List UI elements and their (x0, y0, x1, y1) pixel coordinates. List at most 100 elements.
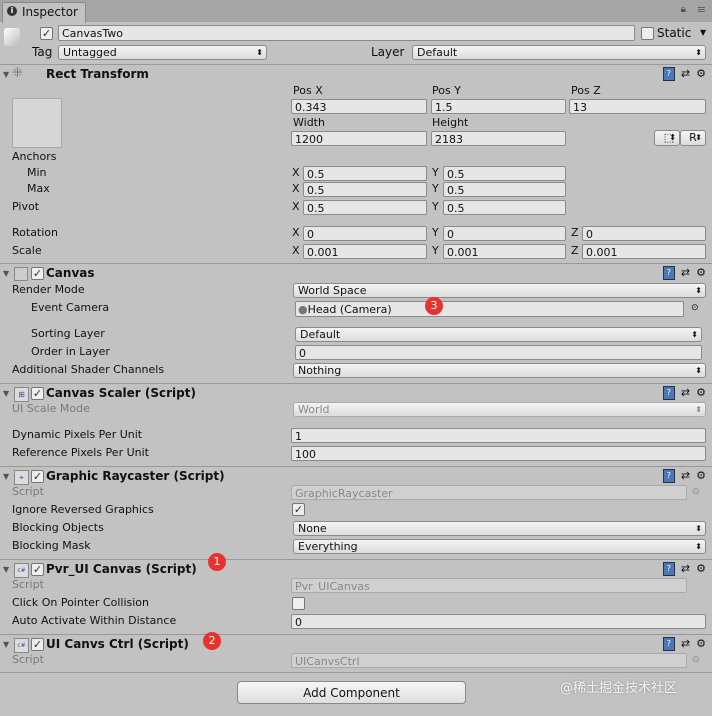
blocking-mask-dropdown[interactable]: Everything (293, 539, 706, 554)
height-field[interactable]: 2183 (431, 131, 566, 146)
pivot-x-field[interactable]: 0.5 (303, 200, 427, 215)
layer-dropdown[interactable]: Default (412, 45, 706, 60)
preset-icon[interactable]: ⇄ (681, 469, 690, 483)
rotation-z-field[interactable]: 0 (582, 226, 706, 241)
pos-x-field[interactable]: 0.343 (291, 99, 427, 114)
max-x-field[interactable]: 0.5 (303, 182, 427, 197)
z-label: Z (571, 226, 579, 239)
pivot-y-field[interactable]: 0.5 (443, 200, 566, 215)
reference-pixels-field[interactable]: 100 (291, 446, 706, 461)
tag-dropdown[interactable]: Untagged (58, 45, 267, 60)
tab-inspector[interactable]: i Inspector (2, 2, 86, 23)
gear-icon[interactable]: ⚙ (696, 562, 706, 576)
render-mode-dropdown[interactable]: World Space (293, 283, 706, 298)
ui-canvs-ctrl-header[interactable]: ▼ c# ✓ UI Canvs Ctrl (Script) ? ⇄ ⚙ (0, 634, 712, 654)
menu-icon[interactable]: ≡ (697, 3, 706, 16)
annotation-badge-1: 1 (208, 553, 226, 571)
component-title: Rect Transform (46, 67, 149, 81)
gear-icon[interactable]: ⚙ (696, 386, 706, 400)
enabled-checkbox[interactable]: ✓ (31, 563, 44, 576)
auto-activate-field[interactable]: 0 (291, 614, 706, 629)
rotation-label: Rotation (12, 226, 59, 239)
script-icon: c# (14, 638, 29, 653)
rotation-y-field[interactable]: 0 (443, 226, 566, 241)
collapse-icon[interactable]: ▼ (3, 389, 9, 398)
click-on-pointer-checkbox[interactable] (292, 597, 305, 610)
enabled-checkbox[interactable]: ✓ (31, 267, 44, 280)
script-field: GraphicRaycaster (291, 485, 687, 500)
pos-y-field[interactable]: 1.5 (431, 99, 566, 114)
blocking-objects-label: Blocking Objects (12, 521, 104, 534)
help-icon[interactable]: ? (662, 266, 675, 280)
preset-icon[interactable]: ⇄ (681, 637, 690, 651)
sorting-layer-dropdown[interactable]: Default (295, 327, 702, 342)
anchor-preset-button[interactable] (12, 98, 62, 148)
dynamic-pixels-field[interactable]: 1 (291, 428, 706, 443)
preset-icon[interactable]: ⇄ (681, 266, 690, 280)
preset-icon[interactable]: ⇄ (681, 386, 690, 400)
collapse-icon[interactable]: ▼ (3, 70, 9, 79)
enabled-checkbox[interactable]: ✓ (31, 387, 44, 400)
help-icon[interactable]: ? (662, 562, 675, 576)
preset-icon[interactable]: ⇄ (681, 67, 690, 81)
object-picker-icon[interactable]: ⊙ (692, 484, 700, 500)
script-field: Pvr_UICanvas (291, 578, 687, 593)
collapse-icon[interactable]: ▼ (3, 640, 9, 649)
camera-icon: ● (298, 303, 308, 316)
info-icon: i (7, 6, 17, 16)
collapse-icon[interactable]: ▼ (3, 269, 9, 278)
static-checkbox[interactable] (641, 27, 654, 40)
reference-pixels-label: Reference Pixels Per Unit (12, 446, 149, 459)
help-icon[interactable]: ? (662, 386, 675, 400)
preset-icon[interactable]: ⇄ (681, 562, 690, 576)
pvr-ui-canvas-header[interactable]: ▼ c# ✓ Pvr_UI Canvas (Script) ? ⇄ ⚙ (0, 559, 712, 579)
y-label: Y (432, 226, 439, 239)
blocking-mask-label: Blocking Mask (12, 539, 91, 552)
collapse-icon[interactable]: ▼ (3, 472, 9, 481)
min-x-field[interactable]: 0.5 (303, 166, 427, 181)
scale-y-field[interactable]: 0.001 (443, 244, 566, 259)
canvas-scaler-icon: ⊞ (14, 387, 29, 402)
scale-x-field[interactable]: 0.001 (303, 244, 427, 259)
gear-icon[interactable]: ⚙ (696, 469, 706, 483)
raycaster-icon: ⌖ (14, 470, 29, 485)
event-camera-field[interactable]: ●Head (Camera) (295, 301, 684, 317)
rotation-x-field[interactable]: 0 (303, 226, 427, 241)
width-field[interactable]: 1200 (291, 131, 427, 146)
component-title: Pvr_UI Canvas (Script) (46, 562, 197, 576)
graphic-raycaster-header[interactable]: ▼ ⌖ ✓ Graphic Raycaster (Script) ? ⇄ ⚙ (0, 466, 712, 486)
raw-edit-button[interactable]: R (680, 130, 706, 146)
static-dropdown-icon[interactable]: ▼ (700, 25, 706, 41)
active-checkbox[interactable]: ✓ (40, 27, 53, 40)
script-value: Pvr_UICanvas (295, 580, 370, 593)
shader-channels-dropdown[interactable]: Nothing (293, 363, 706, 378)
object-name-input[interactable]: CanvasTwo (58, 25, 635, 41)
enabled-checkbox[interactable]: ✓ (31, 638, 44, 651)
help-icon[interactable]: ? (662, 67, 675, 81)
add-component-button[interactable]: Add Component (237, 681, 466, 704)
blueprint-button[interactable]: ⬚ (654, 130, 680, 146)
ignore-reversed-checkbox[interactable]: ✓ (292, 503, 305, 516)
help-icon[interactable]: ? (662, 469, 675, 483)
order-in-layer-field[interactable]: 0 (295, 345, 702, 360)
gear-icon[interactable]: ⚙ (696, 67, 706, 81)
blocking-objects-dropdown[interactable]: None (293, 521, 706, 536)
canvas-header[interactable]: ▼ ✓ Canvas ? ⇄ ⚙ (0, 263, 712, 283)
scale-z-field[interactable]: 0.001 (582, 244, 706, 259)
rect-transform-header[interactable]: ▼ ⁜ Rect Transform ? ⇄ ⚙ (0, 64, 712, 84)
collapse-icon[interactable]: ▼ (3, 565, 9, 574)
help-icon[interactable]: ? (662, 637, 675, 651)
min-y-field[interactable]: 0.5 (443, 166, 566, 181)
lock-icon[interactable]: 🔒︎ (681, 4, 686, 15)
canvas-scaler-header[interactable]: ▼ ⊞ ✓ Canvas Scaler (Script) ? ⇄ ⚙ (0, 383, 712, 403)
layer-label: Layer (371, 45, 405, 59)
auto-activate-label: Auto Activate Within Distance (12, 614, 177, 627)
pos-z-field[interactable]: 13 (569, 99, 706, 114)
object-picker-icon[interactable]: ⊙ (691, 300, 699, 316)
gear-icon[interactable]: ⚙ (696, 266, 706, 280)
object-picker-icon[interactable]: ⊙ (692, 652, 700, 668)
max-y-field[interactable]: 0.5 (443, 182, 566, 197)
gear-icon[interactable]: ⚙ (696, 637, 706, 651)
enabled-checkbox[interactable]: ✓ (31, 470, 44, 483)
y-label: Y (432, 200, 439, 213)
